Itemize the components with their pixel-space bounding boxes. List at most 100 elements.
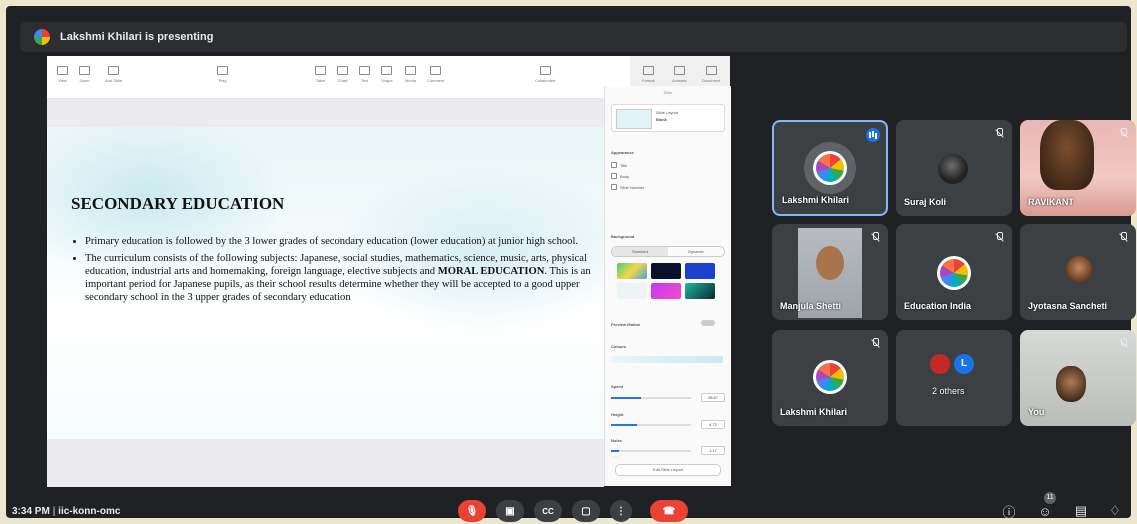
participant-tile[interactable]: You <box>1020 330 1136 426</box>
chat-icon: ▤ <box>1074 503 1088 518</box>
captions-icon: CC <box>542 506 554 516</box>
video-feed <box>1056 366 1086 402</box>
mic-off-icon <box>870 232 880 242</box>
animate-icon <box>673 66 685 75</box>
leave-call-button[interactable]: ☎ <box>650 500 688 522</box>
height-slider <box>611 424 691 426</box>
speed-value: 28.67 <box>701 393 725 402</box>
mic-toggle-button[interactable]: 🎙︎ <box>458 500 486 522</box>
chat-button[interactable]: ▤ <box>1072 502 1090 520</box>
shape-icon <box>381 66 393 75</box>
speed-slider <box>611 397 691 399</box>
video-feed <box>1040 120 1094 190</box>
participant-name: Lakshmi Khilari <box>782 195 850 205</box>
participant-tile[interactable]: Lakshmi Khilari <box>772 330 888 426</box>
view-tool: View <box>57 66 68 83</box>
camera-toggle-button[interactable]: ▣ <box>496 500 524 522</box>
animate-tool: Animate <box>672 66 687 83</box>
table-icon <box>315 66 326 75</box>
shared-screen: View Zoom Add Slide Play Table Chart Tex… <box>47 56 731 487</box>
text-tool: Text <box>359 66 370 83</box>
colour-gradient-bar <box>611 356 723 363</box>
swatch <box>685 263 715 279</box>
people-button[interactable]: ☺ 11 <box>1036 492 1056 520</box>
participant-name: RAVIKANT <box>1028 197 1074 207</box>
format-tool: Format <box>642 66 655 83</box>
media-icon <box>405 66 416 75</box>
swatch <box>617 263 647 279</box>
chart-tool: Chart <box>337 66 348 83</box>
comment-icon <box>430 66 442 75</box>
preview-motion-label: Preview Motion <box>611 322 641 327</box>
participant-name: 2 others <box>932 386 965 396</box>
slide-title: SECONDARY EDUCATION <box>71 194 285 213</box>
noise-slider <box>611 450 691 452</box>
presenting-bar: Lakshmi Khilari is presenting <box>20 22 1127 52</box>
participant-tile[interactable]: L 2 others <box>896 330 1012 426</box>
presenter-logo-icon <box>34 29 50 45</box>
participant-name: Lakshmi Khilari <box>780 407 848 417</box>
info-icon: ⓘ <box>1002 504 1016 520</box>
more-icon: ⋮ <box>616 505 626 517</box>
add-slide-icon <box>108 66 120 75</box>
slide-canvas: SECONDARY EDUCATION Primary education is… <box>47 99 604 487</box>
camera-icon: ▣ <box>505 505 515 517</box>
edit-slide-layout-button: Edit Slide Layout <box>615 464 721 476</box>
bullet-item: The curriculum consists of the following… <box>85 252 604 304</box>
participant-tile[interactable]: Lakshmi Khilari <box>772 120 888 216</box>
participant-tile[interactable]: Suraj Koli <box>896 120 1012 216</box>
view-icon <box>57 66 68 75</box>
document-icon <box>705 66 717 75</box>
background-label: Background <box>611 234 635 239</box>
avatar <box>930 354 950 374</box>
activities-button[interactable]: ♢ <box>1106 502 1124 520</box>
participant-name: Education India <box>904 301 972 311</box>
zoom-tool: Zoom <box>79 66 90 83</box>
add-slide-tool: Add Slide <box>105 66 122 83</box>
present-icon: ▢ <box>581 505 591 517</box>
document-tool: Document <box>702 66 720 83</box>
participant-name: Jyotasna Sancheti <box>1028 301 1108 311</box>
speaking-indicator-icon <box>866 128 880 142</box>
present-button[interactable]: ▢ <box>572 500 600 522</box>
participant-tile[interactable]: Education India <box>896 224 1012 320</box>
slide-layout-picker: Slide Layout Blank <box>611 104 725 132</box>
end-call-icon: ☎ <box>662 505 676 517</box>
media-tool: Media <box>405 66 416 83</box>
slide-number-checkbox: Slide Number <box>611 184 644 190</box>
people-icon: ☺ <box>1038 503 1052 519</box>
presenting-label: Lakshmi Khilari is presenting <box>60 31 214 43</box>
avatar <box>937 256 971 290</box>
collaborate-tool: Collaborate <box>535 66 555 83</box>
mic-off-icon <box>994 128 1004 138</box>
height-label: Height <box>611 412 624 417</box>
table-tool: Table <box>315 66 326 83</box>
format-icon <box>642 66 654 75</box>
activities-icon: ♢ <box>1109 503 1121 518</box>
participant-tile[interactable]: Jyotasna Sancheti <box>1020 224 1136 320</box>
zoom-icon <box>79 66 90 75</box>
mic-off-icon <box>994 232 1004 242</box>
speed-label: Speed <box>611 384 624 389</box>
avatar <box>813 360 847 394</box>
format-panel: Slide Slide Layout Blank Appearance Titl… <box>604 86 731 486</box>
avatar <box>938 154 968 184</box>
avatar <box>1066 256 1092 282</box>
participant-tile[interactable]: RAVIKANT <box>1020 120 1136 216</box>
control-bar: 3:34 PM | iic-konn-omc 🎙︎ ▣ CC ▢ ⋮ ☎ ⓘ ☺… <box>0 492 1137 524</box>
bullet-item: Primary education is followed by the 3 l… <box>85 235 604 248</box>
more-options-button[interactable]: ⋮ <box>610 500 632 522</box>
title-checkbox: Title <box>611 162 627 168</box>
participant-name: You <box>1028 407 1045 417</box>
meeting-details-button[interactable]: ⓘ <box>1000 502 1018 520</box>
appearance-label: Appearance <box>611 150 634 155</box>
comment-tool: Comment <box>427 66 444 83</box>
shape-tool: Shape <box>381 66 393 83</box>
collaborate-icon <box>539 66 551 75</box>
play-icon <box>217 66 228 75</box>
face <box>816 246 844 280</box>
participant-tile[interactable]: Manjula Shetti <box>772 224 888 320</box>
captions-button[interactable]: CC <box>534 500 562 522</box>
play-tool: Play <box>217 66 228 83</box>
swatch <box>651 283 681 299</box>
